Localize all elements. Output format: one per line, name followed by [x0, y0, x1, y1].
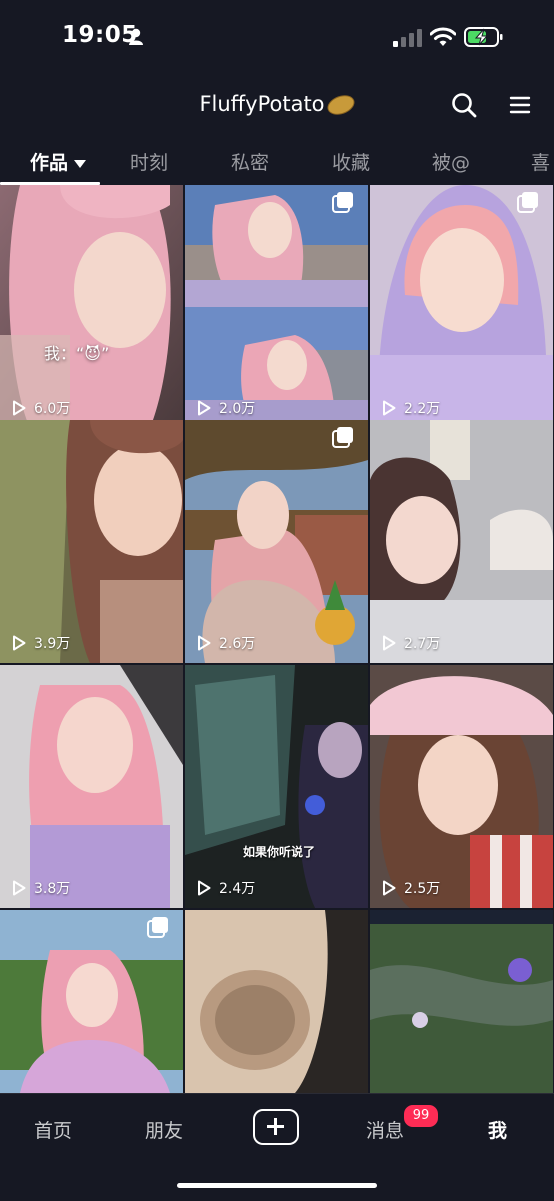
video-thumbnail[interactable]: 3.9万: [0, 420, 183, 663]
signal-icon: [393, 29, 422, 47]
tab-private[interactable]: 私密: [231, 148, 269, 175]
view-count: 6.0万: [12, 398, 70, 418]
play-icon: [13, 635, 26, 651]
tab-favorites[interactable]: 收藏: [332, 148, 370, 175]
thumbnail-image: [0, 420, 183, 663]
profile-header: FluffyPotato: [0, 80, 554, 132]
username-label: FluffyPotato: [199, 92, 325, 116]
play-icon: [198, 635, 211, 651]
view-count-label: 3.9万: [34, 636, 71, 652]
potato-emoji-icon: [324, 91, 357, 119]
video-thumbnail[interactable]: 2.6万: [185, 420, 368, 663]
thumbnail-image: [370, 910, 553, 1093]
view-count-label: 2.5万: [404, 881, 441, 897]
view-count-label: 2.0万: [219, 401, 256, 417]
thumbnail-image: [370, 665, 553, 908]
thumbnail-image: [370, 185, 553, 428]
view-count-label: 2.6万: [219, 636, 256, 652]
home-indicator: [177, 1183, 377, 1188]
battery-charging-icon: [464, 27, 503, 47]
play-icon: [13, 400, 26, 416]
person-icon: [129, 28, 143, 45]
video-caption: 如果你听说了: [243, 845, 316, 859]
search-icon[interactable]: [451, 92, 477, 118]
video-thumbnail[interactable]: [185, 910, 368, 1093]
caret-down-icon: [74, 159, 87, 168]
multi-image-icon: [332, 192, 353, 213]
play-icon: [13, 880, 26, 896]
video-thumbnail[interactable]: 2.7万: [370, 420, 553, 663]
video-thumbnail[interactable]: 2.2万: [370, 185, 553, 428]
wifi-icon: [430, 27, 456, 46]
thumbnail-image: [185, 665, 368, 908]
nav-me[interactable]: 我: [488, 1116, 507, 1143]
play-icon: [383, 880, 396, 896]
tab-works[interactable]: 作品: [30, 148, 87, 175]
thumbnail-image: [185, 420, 368, 663]
view-count-label: 3.8万: [34, 881, 71, 897]
video-thumbnail[interactable]: 2.5万: [370, 665, 553, 908]
thumbnail-image: [370, 420, 553, 663]
play-icon: [198, 880, 211, 896]
play-icon: [383, 400, 396, 416]
view-count: 3.9万: [12, 633, 70, 653]
thumbnail-image: [0, 185, 183, 428]
messages-badge: 99: [402, 1103, 440, 1129]
multi-image-icon: [517, 192, 538, 213]
video-thumbnail[interactable]: 3.8万: [0, 665, 183, 908]
view-count-label: 2.2万: [404, 401, 441, 417]
view-count: 2.0万: [197, 398, 255, 418]
video-thumbnail[interactable]: 我：“😈” 6.0万: [0, 185, 183, 428]
status-bar: 19:05: [0, 0, 554, 76]
create-post-button[interactable]: [253, 1109, 299, 1145]
status-time: 19:05: [62, 22, 138, 48]
video-thumbnail[interactable]: [0, 910, 183, 1093]
menu-icon[interactable]: [509, 94, 531, 116]
view-count: 2.7万: [382, 633, 440, 653]
view-count-label: 2.4万: [219, 881, 256, 897]
multi-image-icon: [147, 917, 168, 938]
view-count-label: 6.0万: [34, 401, 71, 417]
thumbnail-image: [185, 910, 368, 1093]
profile-tabs: 作品 时刻 私密 收藏 被@ 喜: [0, 140, 554, 184]
view-count: 3.8万: [12, 878, 70, 898]
play-icon: [383, 635, 396, 651]
video-grid: 我：“😈” 6.0万 2.0万 2.2万 3.9万 2.6万 2.7万 3.8万…: [0, 185, 554, 1093]
tab-moments[interactable]: 时刻: [130, 148, 168, 175]
play-icon: [198, 400, 211, 416]
view-count-label: 2.7万: [404, 636, 441, 652]
video-thumbnail[interactable]: [370, 910, 553, 1093]
tab-mentions[interactable]: 被@: [432, 148, 470, 175]
view-count: 2.5万: [382, 878, 440, 898]
video-overlay-text: 我：“😈”: [44, 344, 110, 363]
tab-likes[interactable]: 喜: [531, 148, 550, 175]
nav-home[interactable]: 首页: [34, 1116, 72, 1143]
view-count: 2.4万: [197, 878, 255, 898]
thumbnail-image: [185, 185, 368, 428]
multi-image-icon: [332, 427, 353, 448]
nav-friends[interactable]: 朋友: [145, 1116, 183, 1143]
tab-works-label: 作品: [30, 152, 69, 174]
video-thumbnail[interactable]: 如果你听说了 2.4万: [185, 665, 368, 908]
thumbnail-image: [0, 665, 183, 908]
nav-messages[interactable]: 消息: [366, 1116, 404, 1143]
video-thumbnail[interactable]: 2.0万: [185, 185, 368, 428]
view-count: 2.2万: [382, 398, 440, 418]
view-count: 2.6万: [197, 633, 255, 653]
